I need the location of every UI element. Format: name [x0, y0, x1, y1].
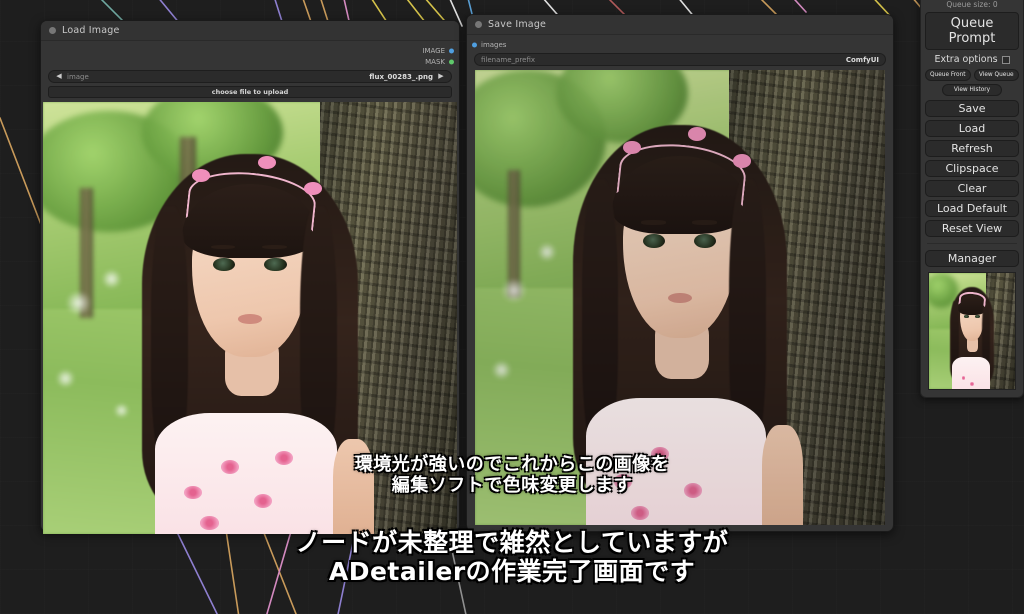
bokeh-light	[100, 270, 122, 288]
bokeh-light	[55, 369, 77, 388]
extra-options-checkbox[interactable]	[1001, 55, 1010, 64]
subtitle-bottom: ノードが未整理で雑然としていますが ADetailerの作業完了画面です	[0, 528, 1024, 586]
girl-hair-bow	[688, 126, 707, 141]
refresh-button[interactable]: Refresh	[925, 140, 1019, 157]
clear-button[interactable]: Clear	[925, 180, 1019, 197]
manager-button[interactable]: Manager	[925, 250, 1019, 267]
reset-view-button[interactable]: Reset View	[925, 220, 1019, 237]
girl-hair-bow	[192, 168, 211, 182]
queue-actions-row: Queue Front View Queue	[925, 69, 1019, 81]
girl-eyebrow-right	[262, 244, 288, 249]
bokeh-light	[536, 242, 557, 262]
input-slot-images[interactable]: images	[467, 39, 893, 50]
widget-image-value: flux_00283_.png	[369, 72, 433, 81]
girl-hair-bow	[303, 181, 323, 195]
widget-filename-prefix[interactable]: filename_prefix ComfyUI	[474, 53, 886, 66]
output-slot-mask[interactable]: MASK	[41, 56, 459, 67]
widget-image-combo[interactable]: ◀ image flux_00283_.png ▶	[48, 70, 452, 83]
load-button[interactable]: Load	[925, 120, 1019, 137]
girl-mouth	[237, 313, 263, 324]
preview-illustration	[929, 273, 1015, 389]
input-slot-images-dot[interactable]	[472, 42, 477, 47]
widget-filename-prefix-label: filename_prefix	[481, 55, 536, 64]
bokeh-light	[499, 279, 529, 303]
output-slot-mask-dot[interactable]	[449, 59, 454, 64]
subtitle-top-line1: 環境光が強いのでこれからこの画像を	[354, 454, 670, 475]
dress-flower	[970, 381, 975, 386]
view-queue-button[interactable]: View Queue	[973, 69, 1019, 81]
queue-size-label: Queue size: 0	[946, 0, 998, 9]
girl-hair-bow	[733, 154, 752, 168]
clipspace-button[interactable]: Clipspace	[925, 160, 1019, 177]
queue-front-button[interactable]: Queue Front	[925, 69, 971, 81]
load-default-button[interactable]: Load Default	[925, 200, 1019, 217]
girl-eyebrow-right	[692, 220, 717, 225]
node-save-image-title: Save Image	[488, 19, 547, 30]
extra-options-row[interactable]: Extra options	[925, 54, 1019, 65]
comfyui-canvas[interactable]: Load Image IMAGE MASK ◀ image flux_00283…	[0, 0, 1024, 614]
menu-preview-thumbnail[interactable]	[928, 272, 1016, 390]
output-slot-image[interactable]: IMAGE	[41, 45, 459, 56]
subtitle-bottom-line2: ADetailerの作業完了画面です	[328, 557, 696, 586]
extra-options-label: Extra options	[934, 54, 998, 65]
collapse-icon[interactable]	[49, 27, 56, 34]
node-save-image-title-bar[interactable]: Save Image	[467, 15, 893, 35]
widget-image-label: image	[67, 72, 89, 81]
node-load-image-title: Load Image	[62, 25, 120, 36]
upload-file-button[interactable]: choose file to upload	[48, 86, 452, 98]
widget-filename-prefix-value: ComfyUI	[845, 55, 879, 64]
subtitle-top-line2: 編集ソフトで色味変更します	[391, 474, 633, 496]
chevron-right-icon[interactable]: ▶	[437, 73, 445, 80]
node-load-image-title-bar[interactable]: Load Image	[41, 21, 459, 41]
girl-eyebrow-left	[210, 244, 236, 249]
bokeh-light	[63, 292, 93, 314]
subtitle-top: 環境光が強いのでこれからこの画像を 編集ソフトで色味変更します	[0, 454, 1024, 497]
output-slot-image-dot[interactable]	[449, 48, 454, 53]
collapse-icon[interactable]	[475, 21, 482, 28]
subtitle-bottom-line1: ノードが未整理で雑然としていますが	[295, 528, 729, 557]
comfyui-menu-panel[interactable]: Queue size: 0 Queue Prompt Extra options…	[920, 0, 1024, 398]
girl-eye-right	[264, 257, 287, 272]
chevron-left-icon[interactable]: ◀	[55, 73, 63, 80]
view-history-button[interactable]: View History	[941, 84, 1003, 96]
save-button[interactable]: Save	[925, 100, 1019, 117]
output-slot-image-label: IMAGE	[422, 46, 445, 55]
girl-eyebrow-left	[641, 220, 666, 225]
queue-prompt-button[interactable]: Queue Prompt	[925, 12, 1019, 50]
output-slot-mask-label: MASK	[425, 57, 445, 66]
girl-hair-bow	[622, 140, 641, 155]
menu-divider	[927, 243, 1017, 244]
input-slot-images-label: images	[481, 40, 507, 49]
